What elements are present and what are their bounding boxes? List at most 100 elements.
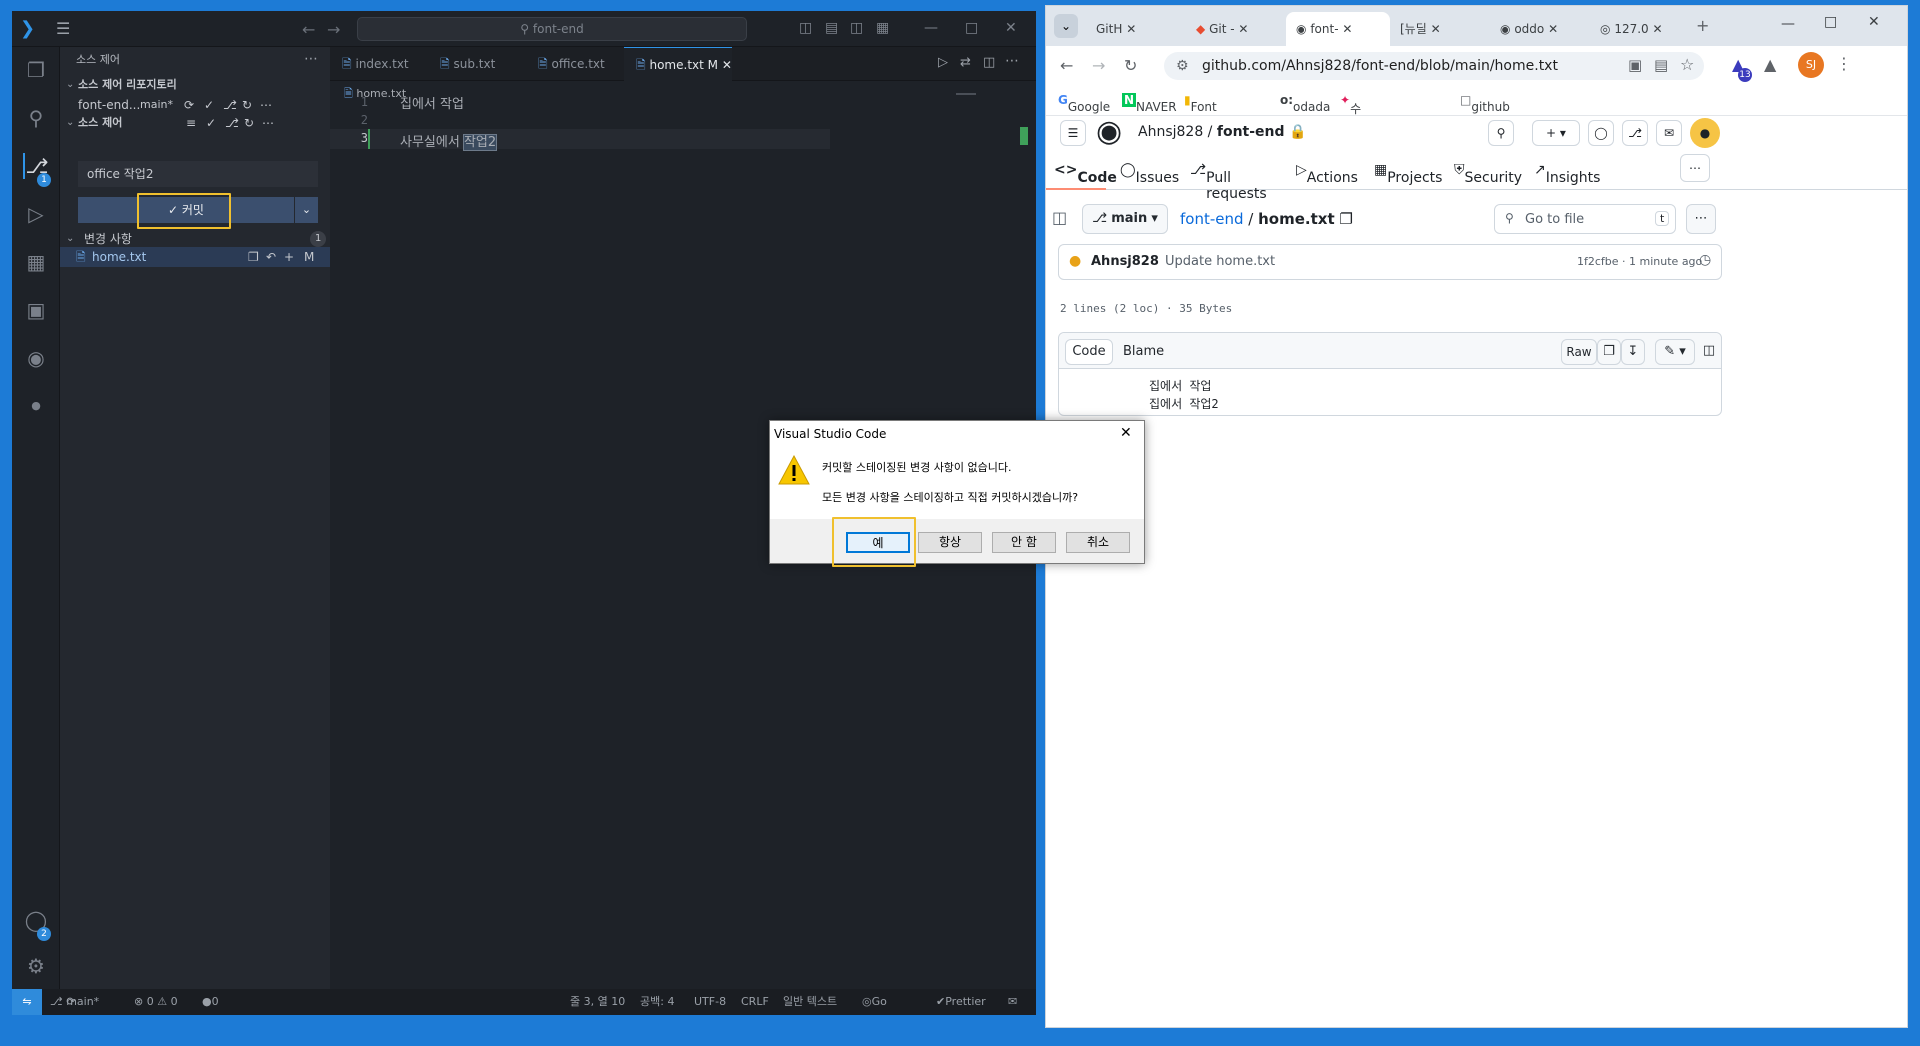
install-app-icon[interactable]: ▣ <box>1628 56 1642 74</box>
view-as-tree-icon[interactable]: ≡ <box>186 113 196 133</box>
close-window-icon[interactable]: ✕ <box>1005 19 1017 37</box>
toggle-panel-icon[interactable]: ▤ <box>825 19 838 37</box>
back-arrow-icon[interactable]: ← <box>1060 56 1073 75</box>
bookmark-fontawesome[interactable]: ▮ Font Awesome <box>1184 93 1248 128</box>
discard-icon[interactable]: ↶ <box>266 247 276 267</box>
status-ports[interactable]: ● 0 <box>202 989 219 1015</box>
commit-check-icon[interactable]: ✓ <box>206 113 216 133</box>
edit-icon[interactable]: ✎ ▾ <box>1655 339 1695 365</box>
commit-dropdown-icon[interactable]: ⌄ <box>295 197 318 223</box>
extensions-icon[interactable]: ▦ <box>23 249 49 275</box>
status-golive[interactable]: ◎ Go Live <box>862 989 887 1015</box>
close-tab-icon[interactable]: ✕ <box>1653 22 1663 36</box>
forward-arrow-icon[interactable]: → <box>327 20 340 39</box>
explorer-icon[interactable]: ❐ <box>23 57 49 83</box>
chrome-menu-icon[interactable]: ⋮ <box>1836 54 1852 73</box>
copy-path-icon[interactable]: ❐ <box>1339 210 1352 228</box>
nav-code[interactable]: <> Code <box>1054 162 1117 186</box>
address-bar[interactable]: ⚙ github.com/Ahnsj828/font-end/blob/main/… <box>1164 52 1704 80</box>
path-repo-link[interactable]: font-end <box>1180 210 1244 228</box>
notifications-bell-icon[interactable]: ✉ <box>1008 989 1017 1015</box>
refresh-icon[interactable]: ↻ <box>244 113 254 133</box>
profile-avatar[interactable]: SJ <box>1798 52 1824 78</box>
editor-more-icon[interactable]: ⋯ <box>1005 53 1019 69</box>
settings-gear-icon[interactable]: ⚙ <box>23 953 49 979</box>
customize-layout-icon[interactable]: ▦ <box>876 19 889 37</box>
history-icon[interactable]: ◷ <box>1699 252 1711 268</box>
nav-pull-requests[interactable]: ⎇ Pull requests <box>1190 162 1267 202</box>
chrome-tab[interactable]: [뉴딜 ✕ <box>1390 12 1490 46</box>
open-changes-icon[interactable]: ⇄ <box>960 55 971 70</box>
commit-meta[interactable]: 1f2cfbe · 1 minute ago <box>1577 255 1702 268</box>
remote-icon[interactable]: ⇋ <box>12 989 42 1015</box>
more-actions-icon[interactable]: ⋯ <box>304 51 318 67</box>
back-arrow-icon[interactable]: ← <box>302 20 315 39</box>
repos-section-header[interactable]: ⌄ 소스 제어 리포지토리 <box>60 75 330 95</box>
maximize-icon[interactable]: □ <box>965 19 978 37</box>
nav-insights[interactable]: ↗ Insights <box>1534 162 1600 186</box>
json-icon[interactable]: ● <box>23 393 49 419</box>
pull-request-icon[interactable]: ⎇ <box>223 95 237 115</box>
toggle-secondary-sidebar-icon[interactable]: ◫ <box>850 19 863 37</box>
run-debug-icon[interactable]: ▷ <box>23 201 49 227</box>
chrome-tab[interactable]: GitH ✕ <box>1086 12 1186 46</box>
repo-name[interactable]: font-end <box>1217 124 1285 140</box>
inbox-icon[interactable]: ✉ <box>1656 120 1682 146</box>
minimize-icon[interactable]: — <box>1781 16 1795 32</box>
maximize-icon[interactable]: □ <box>1824 14 1837 30</box>
command-center-search[interactable]: ⚲ font-end <box>357 17 747 41</box>
nav-projects[interactable]: ▦ Projects <box>1374 162 1442 186</box>
reload-icon[interactable]: ↻ <box>1124 56 1137 75</box>
bookmark-github[interactable]: □ github <box>1460 93 1510 114</box>
forward-arrow-icon[interactable]: → <box>1092 56 1105 75</box>
raw-button[interactable]: Raw <box>1561 339 1597 365</box>
status-encoding[interactable]: UTF-8 <box>694 989 726 1015</box>
repo-row[interactable]: font-end... main* ⟳ ✓ ⎇ ↻ ⋯ <box>60 95 330 115</box>
tab-search-icon[interactable]: ⌄ <box>1054 14 1078 38</box>
always-button[interactable]: 항상 <box>918 532 982 553</box>
download-icon[interactable]: ↧ <box>1621 339 1645 365</box>
close-tab-icon[interactable]: ✕ <box>1431 22 1441 36</box>
close-tab-icon[interactable]: ✕ <box>1126 22 1136 36</box>
status-language[interactable]: 일반 텍스트 <box>783 989 837 1015</box>
tab-sub[interactable]: 🗎 sub.txt <box>428 47 526 81</box>
stage-plus-icon[interactable]: + <box>284 247 294 267</box>
branch-selector[interactable]: ⎇ main ▾ <box>1082 204 1168 234</box>
close-tab-icon[interactable]: ✕ <box>722 58 732 72</box>
github-icon[interactable]: ◉ <box>23 345 49 371</box>
remote-explorer-icon[interactable]: ▣ <box>23 297 49 323</box>
sync-icon[interactable]: ⟳ <box>184 95 194 115</box>
changed-file-row[interactable]: 🗎 home.txt ❐ ↶ + M <box>60 247 330 267</box>
tab-office[interactable]: 🗎 office.txt <box>526 47 624 81</box>
repo-owner[interactable]: Ahnsj828 <box>1138 124 1203 140</box>
nav-issues[interactable]: ◯ Issues <box>1120 162 1179 186</box>
side-panel-icon[interactable]: ◫ <box>1052 208 1067 227</box>
search-icon[interactable]: ⚲ <box>1488 120 1514 146</box>
translate-icon[interactable]: ▤ <box>1654 56 1668 74</box>
site-info-icon[interactable]: ⚙ <box>1176 52 1189 80</box>
chrome-tab-active[interactable]: ◉ font- ✕ <box>1286 12 1390 46</box>
status-branch[interactable]: ⎇ main* ⟳ <box>50 989 99 1015</box>
hamburger-icon[interactable]: ☰ <box>1060 120 1086 146</box>
menu-icon[interactable]: ☰ <box>56 20 70 38</box>
copy-raw-icon[interactable]: ❐ <box>1597 339 1621 365</box>
commit-check-icon[interactable]: ✓ <box>204 95 214 115</box>
nav-security[interactable]: ⛨ Security <box>1454 162 1522 186</box>
minimize-icon[interactable]: — <box>924 19 938 37</box>
split-editor-icon[interactable]: ◫ <box>983 55 995 70</box>
search-icon[interactable]: ⚲ <box>23 105 49 131</box>
scm-section-header[interactable]: ⌄ 소스 제어 ≡ ✓ ⎇ ↻ ⋯ <box>60 113 330 133</box>
symbols-panel-icon[interactable]: ◫ <box>1699 339 1719 365</box>
pull-request-icon[interactable]: ⎇ <box>225 113 239 133</box>
refresh-icon[interactable]: ↻ <box>242 95 252 115</box>
nav-actions[interactable]: ▷ Actions <box>1296 162 1358 186</box>
close-window-icon[interactable]: ✕ <box>1868 14 1880 30</box>
file-more-icon[interactable]: ⋯ <box>1686 204 1716 234</box>
open-file-icon[interactable]: ❐ <box>248 247 259 267</box>
never-button[interactable]: 안 함 <box>992 532 1056 553</box>
pull-requests-icon[interactable]: ⎇ <box>1622 120 1648 146</box>
create-new-icon[interactable]: + ▾ <box>1532 120 1580 146</box>
cancel-button[interactable]: 취소 <box>1066 532 1130 553</box>
status-prettier[interactable]: ✔ Prettier <box>936 989 986 1015</box>
bookmark-star-icon[interactable]: ☆ <box>1680 55 1694 74</box>
